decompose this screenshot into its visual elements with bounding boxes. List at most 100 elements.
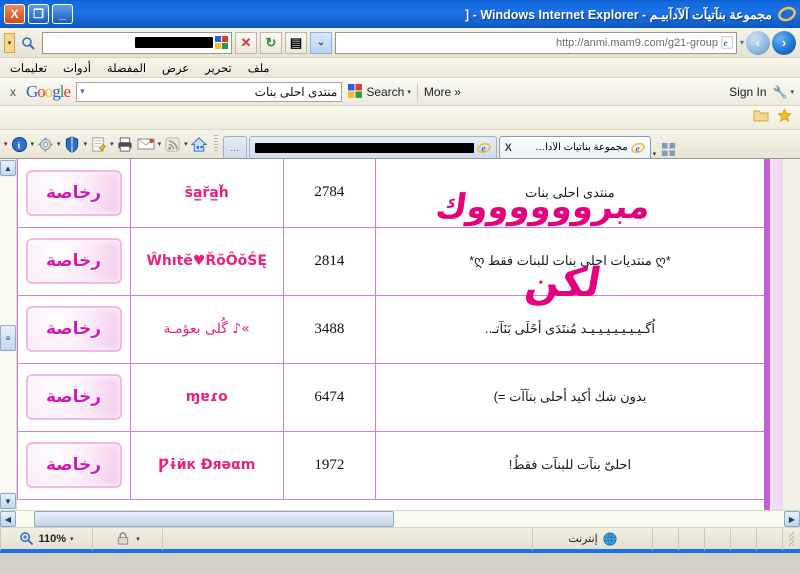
user-cell[interactable]: »♪ گُلى بعؤمـة (129, 295, 284, 364)
menu-item-file[interactable]: ملف (248, 61, 270, 75)
page-edit-icon[interactable] (89, 135, 108, 154)
vertical-scrollbar[interactable]: ▲ ≡ ▼ (0, 159, 17, 510)
user-cell[interactable]: Ƿɨйк Ðяәαm (129, 431, 284, 500)
search-provider-dropdown[interactable]: ▾ (4, 32, 15, 53)
forum-title-cell[interactable]: بدون شك أكيد أحلى بنآآت =) (374, 363, 764, 432)
url-bar[interactable]: http://anmi.mam9.com/g21-group e (335, 31, 737, 54)
menu-item-help[interactable]: تعليمات (10, 61, 47, 75)
toolbar-divider (416, 82, 418, 101)
home-icon[interactable] (190, 135, 209, 154)
badge-label: رخاصة (45, 319, 102, 339)
forward-button[interactable]: › (772, 30, 796, 55)
shield-icon[interactable] (63, 135, 82, 154)
badge-cell[interactable]: رخاصة (17, 363, 131, 432)
tab-list-button[interactable]: … (222, 136, 247, 158)
close-tab-icon[interactable]: X (505, 142, 512, 154)
user-cell[interactable]: s̄a̲r̆a̲h̆ (129, 159, 284, 228)
chevron-down-icon[interactable]: ▾ (184, 140, 188, 148)
menu-item-view[interactable]: عرض (162, 61, 189, 75)
google-search-input[interactable]: منتدى احلى بنات ▾ (76, 81, 343, 102)
search-icon[interactable] (17, 32, 39, 54)
nav-dropdown-caret[interactable]: ▾ (740, 38, 744, 47)
chevron-down-icon[interactable]: ▾ (31, 140, 35, 148)
star-icon[interactable] (777, 107, 792, 128)
table-row[interactable]: منتدى احلى بنات مبرووووووك 2784 s̄a̲r̆a̲… (17, 159, 764, 228)
user-cell[interactable]: ɱɐɾo (129, 363, 284, 432)
back-button[interactable]: ‹ (746, 30, 770, 55)
google-search-dropdown-icon[interactable]: ▾ (80, 86, 85, 97)
rss-icon[interactable] (163, 135, 182, 154)
toolbar-search-input[interactable] (42, 31, 232, 54)
browser-tab-active[interactable]: X مجموعة بنآتيآت آلآدآ… e (498, 136, 651, 158)
page-icon[interactable]: ▤ (285, 31, 307, 54)
folder-icon[interactable] (753, 108, 769, 127)
forum-title-cell[interactable]: اُگـيـيـيـيـيـيـيـد مُنتَدَى أحًلَى بَنَ… (374, 295, 764, 364)
google-more-button[interactable]: More » (424, 85, 461, 99)
chevron-down-icon[interactable]: ▾ (70, 535, 74, 543)
close-toolbar-icon[interactable]: x (6, 85, 20, 99)
scroll-thumb[interactable]: ≡ (0, 325, 16, 351)
table-row[interactable]: بدون شك أكيد أحلى بنآآت =) 6474 ɱɐɾo رخا… (17, 363, 764, 432)
protected-mode-cell[interactable]: ▾ (92, 527, 162, 550)
toolbar-gripper[interactable] (213, 135, 218, 153)
svg-text:e: e (784, 7, 790, 22)
mail-icon[interactable] (137, 135, 156, 154)
chevron-down-icon[interactable]: ▾ (84, 140, 88, 148)
scroll-left-button[interactable]: ◀ (0, 511, 16, 527)
tab-strip: … e X مجموعة بنآتيآت آلآدآ… e ▾ (222, 130, 796, 158)
address-history-dropdown[interactable]: ⌄ (310, 31, 332, 54)
chevron-down-icon[interactable]: ▾ (4, 140, 8, 148)
close-window-button[interactable]: X (4, 4, 25, 24)
forum-title-cell[interactable]: *ღ منتديات احلى بنات للبنات فقط ღ* لكن (374, 227, 764, 306)
menu-item-favorites[interactable]: المفضلة (107, 61, 146, 75)
chevron-down-icon[interactable]: ▾ (790, 88, 794, 96)
stop-button[interactable]: ✕ (235, 31, 257, 54)
chevron-down-icon[interactable]: ▾ (136, 535, 140, 543)
sign-in-label: Sign In (729, 84, 767, 99)
navigation-buttons: ▾ ‹ › (740, 30, 796, 55)
horizontal-scrollbar[interactable]: ◀ ▶ (0, 510, 800, 527)
forum-title-cell[interactable]: منتدى احلى بنات مبرووووووك (374, 159, 764, 228)
post-count-cell: 2814 (282, 227, 376, 296)
menu-item-edit[interactable]: تحرير (205, 61, 232, 75)
table-row[interactable]: اُگـيـيـيـيـيـيـيـد مُنتَدَى أحًلَى بَنَ… (17, 295, 764, 364)
forum-title-cell[interactable]: احلىّ بنآت للبنآت فقطُ! (374, 431, 764, 500)
zoom-control[interactable]: ▾ 110% (0, 527, 92, 550)
user-cell[interactable]: Ŵhıtĕ♥ŘŏÔŏŚĘ (129, 227, 284, 296)
chevron-down-icon[interactable]: ▾ (57, 140, 61, 148)
chevron-down-icon[interactable]: ▾ (158, 140, 162, 148)
info-icon[interactable]: i (10, 135, 29, 154)
printer-icon[interactable] (116, 135, 135, 154)
refresh-button[interactable]: ↻ (260, 31, 282, 54)
google-colors-icon (215, 35, 228, 49)
security-zone[interactable]: إنترنت (532, 527, 652, 550)
gear-icon[interactable] (36, 135, 55, 154)
scroll-right-button[interactable]: ▶ (784, 511, 800, 527)
minimize-window-button[interactable]: _ (52, 4, 73, 24)
svg-text:e: e (481, 143, 486, 154)
tab-dropdown-icon[interactable]: ▾ (653, 150, 657, 158)
badge-cell[interactable]: رخاصة (17, 159, 131, 228)
hscroll-track[interactable] (16, 511, 784, 527)
browser-tab-1[interactable]: e (248, 136, 497, 158)
hscroll-thumb[interactable] (34, 511, 394, 527)
restore-window-button[interactable]: ❐ (28, 4, 49, 24)
quick-tabs-button[interactable] (658, 140, 678, 158)
resize-grip[interactable] (782, 527, 800, 550)
table-row[interactable]: *ღ منتديات احلى بنات للبنات فقط ღ* لكن 2… (17, 227, 764, 306)
scroll-up-button[interactable]: ▲ (0, 160, 16, 176)
table-row[interactable]: احلىّ بنآت للبنآت فقطُ! 1972 Ƿɨйк Ðяәαm … (17, 431, 764, 500)
chevron-down-icon[interactable]: ▾ (110, 140, 114, 148)
scroll-track[interactable]: ≡ (0, 177, 16, 492)
badge-cell[interactable]: رخاصة (17, 295, 131, 364)
menu-item-tools[interactable]: أدوات (63, 61, 91, 75)
badge-cell[interactable]: رخاصة (17, 431, 131, 500)
google-sign-in-button[interactable]: Sign In (729, 85, 766, 99)
badge-cell[interactable]: رخاصة (17, 227, 131, 296)
chevron-down-icon[interactable]: ▾ (407, 88, 411, 96)
badge-label: رخاصة (45, 455, 102, 475)
scroll-down-button[interactable]: ▼ (0, 493, 16, 509)
google-search-button[interactable]: Search ▾ (348, 84, 411, 99)
google-settings-button[interactable]: 🔧 ▾ (773, 85, 794, 99)
zone-label: إنترنت (568, 533, 598, 545)
